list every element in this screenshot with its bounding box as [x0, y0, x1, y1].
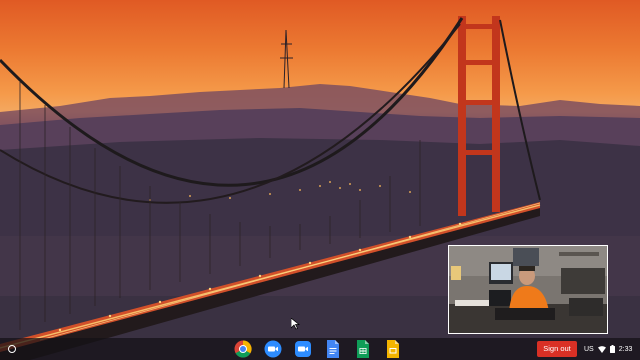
shelf: Sign out US 2:33: [0, 338, 640, 360]
zoom-app-button[interactable]: [262, 339, 284, 359]
chrome-icon: [234, 340, 252, 358]
docs-app-button[interactable]: [322, 339, 344, 359]
video-feed-icon: [449, 246, 607, 333]
zoom-icon: [264, 340, 282, 358]
zoom-app-button-2[interactable]: [292, 339, 314, 359]
presenter-video-overlay[interactable]: [448, 245, 608, 334]
clock-time: 2:33: [618, 345, 633, 353]
slides-app-button[interactable]: [382, 339, 404, 359]
system-tray[interactable]: US 2:33: [584, 341, 632, 357]
launcher-circle-icon: [8, 345, 16, 353]
launcher-button[interactable]: [4, 341, 20, 357]
chrome-app-button[interactable]: [232, 339, 254, 359]
battery-icon: [609, 345, 615, 353]
slides-icon: [387, 340, 399, 358]
sign-out-button[interactable]: Sign out: [537, 341, 577, 357]
wifi-icon: [597, 345, 606, 353]
chromeos-desktop: Sign out US 2:33: [0, 0, 640, 360]
zoom-icon: [295, 341, 311, 357]
sheets-app-button[interactable]: [352, 339, 374, 359]
sheets-icon: [357, 340, 369, 358]
mouse-cursor-icon: [291, 318, 300, 330]
docs-icon: [327, 340, 339, 358]
pinned-apps: [232, 339, 404, 359]
keyboard-layout-label: US: [584, 345, 594, 353]
